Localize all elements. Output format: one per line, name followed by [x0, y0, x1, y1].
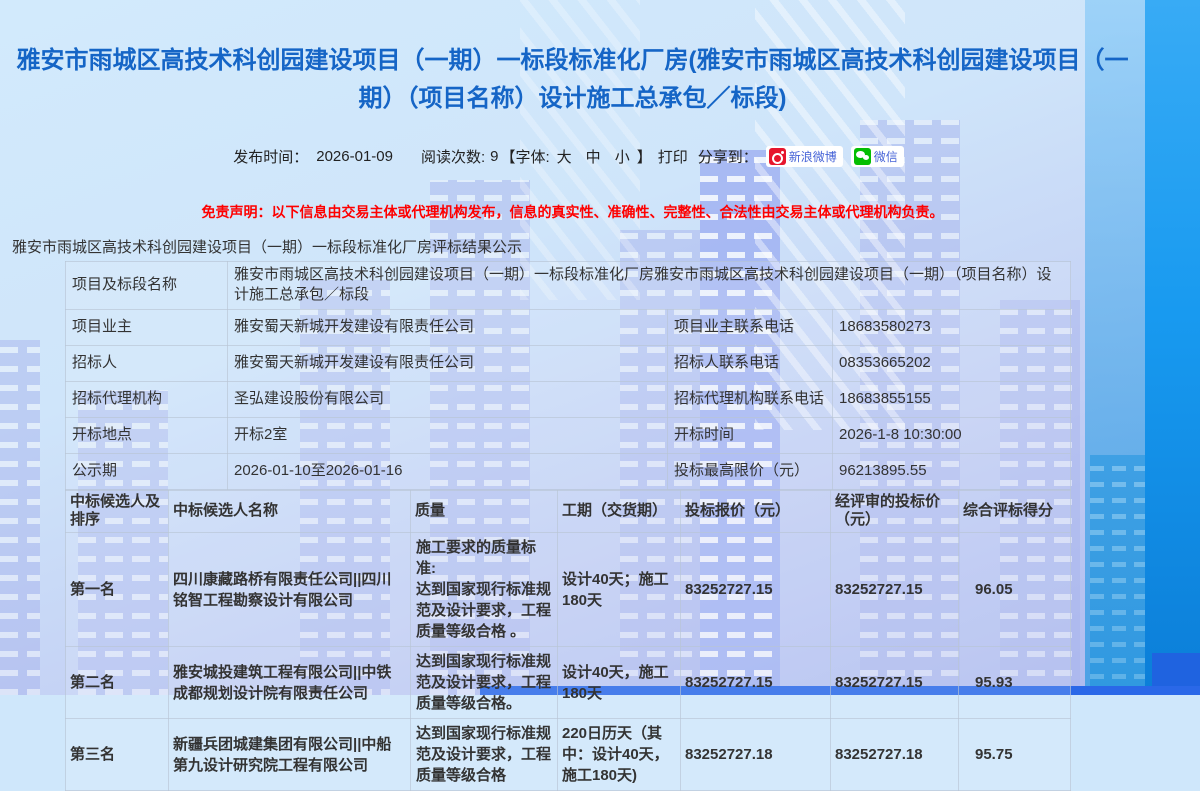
owner-phone-value: 18683580273 [833, 309, 1071, 345]
header-score: 综合评标得分 [959, 490, 1071, 533]
table-row: 第一名 四川康藏路桥有限责任公司||四川铭智工程勘察设计有限公司 施工要求的质量… [66, 533, 1071, 647]
weibo-icon [769, 148, 786, 165]
views-label: 阅读次数: [421, 146, 485, 167]
publicity-period-label: 公示期 [66, 453, 228, 489]
result-header-row: 中标候选人及排序 中标候选人名称 质量 工期（交货期） 投标报价（元） 经评审的… [66, 490, 1071, 533]
print-link[interactable]: 打印 [658, 146, 688, 167]
quality-cell: 达到国家现行标准规范及设计要求，工程质量等级合格 [411, 719, 558, 791]
bid-price-cell: 83252727.15 [681, 533, 831, 647]
table-row: 招标代理机构 圣弘建设股份有限公司 招标代理机构联系电话 18683855155 [66, 381, 1071, 417]
font-bracket-open: 【字体: [500, 146, 549, 167]
table-row: 招标人 雅安蜀天新城开发建设有限责任公司 招标人联系电话 08353665202 [66, 345, 1071, 381]
duration-cell: 设计40天；施工180天 [558, 533, 681, 647]
wechat-icon [854, 148, 871, 165]
duration-cell: 设计40天，施工180天 [558, 647, 681, 719]
table-row: 项目及标段名称 雅安市雨城区高技术科创园建设项目（一期）一标段标准化厂房雅安市雨… [66, 262, 1071, 310]
font-size-large-link[interactable]: 大 [557, 146, 572, 167]
header-candidate-name: 中标候选人名称 [169, 490, 411, 533]
evaluated-price-cell: 83252727.15 [831, 647, 959, 719]
candidate-name-cell: 新疆兵团城建集团有限公司||中船第九设计研究院工程有限公司 [169, 719, 411, 791]
main-content: 雅安市雨城区高技术科创园建设项目（一期）一标段标准化厂房(雅安市雨城区高技术科创… [0, 0, 1200, 695]
bid-price-cell: 83252727.15 [681, 647, 831, 719]
share-wechat-button[interactable]: 微信 [851, 146, 904, 167]
table-row: 项目业主 雅安蜀天新城开发建设有限责任公司 项目业主联系电话 186835802… [66, 309, 1071, 345]
publicity-period-value: 2026-01-10至2026-01-16 [228, 453, 668, 489]
score-cell: 95.75 [959, 719, 1071, 791]
table-row: 第二名 雅安城投建筑工程有限公司||中铁成都规划设计院有限责任公司 达到国家现行… [66, 647, 1071, 719]
font-size-medium-link[interactable]: 中 [586, 146, 601, 167]
quality-cell: 达到国家现行标准规范及设计要求，工程质量等级合格。 [411, 647, 558, 719]
bid-result-table: 中标候选人及排序 中标候选人名称 质量 工期（交货期） 投标报价（元） 经评审的… [65, 490, 1071, 791]
score-cell: 96.05 [959, 533, 1071, 647]
open-time-value: 2026-1-8 10:30:00 [833, 417, 1071, 453]
rank-cell: 第一名 [66, 533, 169, 647]
owner-phone-label: 项目业主联系电话 [668, 309, 833, 345]
meta-row: 发布时间： 2026-01-09 阅读次数: 9 【字体: 大 中 小 】 打印… [0, 146, 1145, 167]
candidate-name-cell: 雅安城投建筑工程有限公司||中铁成都规划设计院有限责任公司 [169, 647, 411, 719]
candidate-name-cell: 四川康藏路桥有限责任公司||四川铭智工程勘察设计有限公司 [169, 533, 411, 647]
project-info-table: 项目及标段名称 雅安市雨城区高技术科创园建设项目（一期）一标段标准化厂房雅安市雨… [65, 261, 1071, 490]
header-rank: 中标候选人及排序 [66, 490, 169, 533]
agency-phone-label: 招标代理机构联系电话 [668, 381, 833, 417]
share-to-label: 分享到： [698, 146, 758, 167]
table-row: 开标地点 开标2室 开标时间 2026-1-8 10:30:00 [66, 417, 1071, 453]
publish-time-label: 发布时间： [233, 146, 308, 167]
tenderer-value: 雅安蜀天新城开发建设有限责任公司 [228, 345, 668, 381]
max-price-value: 96213895.55 [833, 453, 1071, 489]
agency-phone-value: 18683855155 [833, 381, 1071, 417]
share-weibo-button[interactable]: 新浪微博 [766, 146, 843, 167]
owner-value: 雅安蜀天新城开发建设有限责任公司 [228, 309, 668, 345]
views-count: 9 [490, 148, 498, 165]
page-title: 雅安市雨城区高技术科创园建设项目（一期）一标段标准化厂房(雅安市雨城区高技术科创… [0, 42, 1145, 118]
table-row: 第三名 新疆兵团城建集团有限公司||中船第九设计研究院工程有限公司 达到国家现行… [66, 719, 1071, 791]
tenderer-label: 招标人 [66, 345, 228, 381]
agency-value: 圣弘建设股份有限公司 [228, 381, 668, 417]
disclaimer-text: 免责声明：以下信息由交易主体或代理机构发布，信息的真实性、准确性、完整性、合法性… [0, 202, 1145, 222]
header-duration: 工期（交货期） [558, 490, 681, 533]
weibo-label: 新浪微博 [789, 148, 837, 165]
owner-label: 项目业主 [66, 309, 228, 345]
table-row: 公示期 2026-01-10至2026-01-16 投标最高限价（元） 9621… [66, 453, 1071, 489]
header-quality: 质量 [411, 490, 558, 533]
tenderer-phone-label: 招标人联系电话 [668, 345, 833, 381]
publish-date: 2026-01-09 [316, 148, 393, 165]
result-announcement-subtitle: 雅安市雨城区高技术科创园建设项目（一期）一标段标准化厂房评标结果公示 [12, 236, 522, 257]
open-place-value: 开标2室 [228, 417, 668, 453]
score-cell: 95.93 [959, 647, 1071, 719]
project-name-value: 雅安市雨城区高技术科创园建设项目（一期）一标段标准化厂房雅安市雨城区高技术科创园… [228, 262, 1071, 310]
header-bid-price: 投标报价（元） [681, 490, 831, 533]
rank-cell: 第二名 [66, 647, 169, 719]
agency-label: 招标代理机构 [66, 381, 228, 417]
font-size-small-link[interactable]: 小 [615, 146, 630, 167]
quality-cell: 施工要求的质量标准: 达到国家现行标准规范及设计要求，工程质量等级合格 。 [411, 533, 558, 647]
open-place-label: 开标地点 [66, 417, 228, 453]
max-price-label: 投标最高限价（元） [668, 453, 833, 489]
open-time-label: 开标时间 [668, 417, 833, 453]
bid-price-cell: 83252727.18 [681, 719, 831, 791]
duration-cell: 220日历天（其中：设计40天，施工180天) [558, 719, 681, 791]
evaluated-price-cell: 83252727.15 [831, 533, 959, 647]
tenderer-phone-value: 08353665202 [833, 345, 1071, 381]
wechat-label: 微信 [874, 148, 898, 165]
tables-area: 项目及标段名称 雅安市雨城区高技术科创园建设项目（一期）一标段标准化厂房雅安市雨… [65, 261, 1070, 791]
font-bracket-close: 】 [637, 146, 652, 167]
header-evaluated-price: 经评审的投标价（元） [831, 490, 959, 533]
rank-cell: 第三名 [66, 719, 169, 791]
project-name-label: 项目及标段名称 [66, 262, 228, 310]
evaluated-price-cell: 83252727.18 [831, 719, 959, 791]
